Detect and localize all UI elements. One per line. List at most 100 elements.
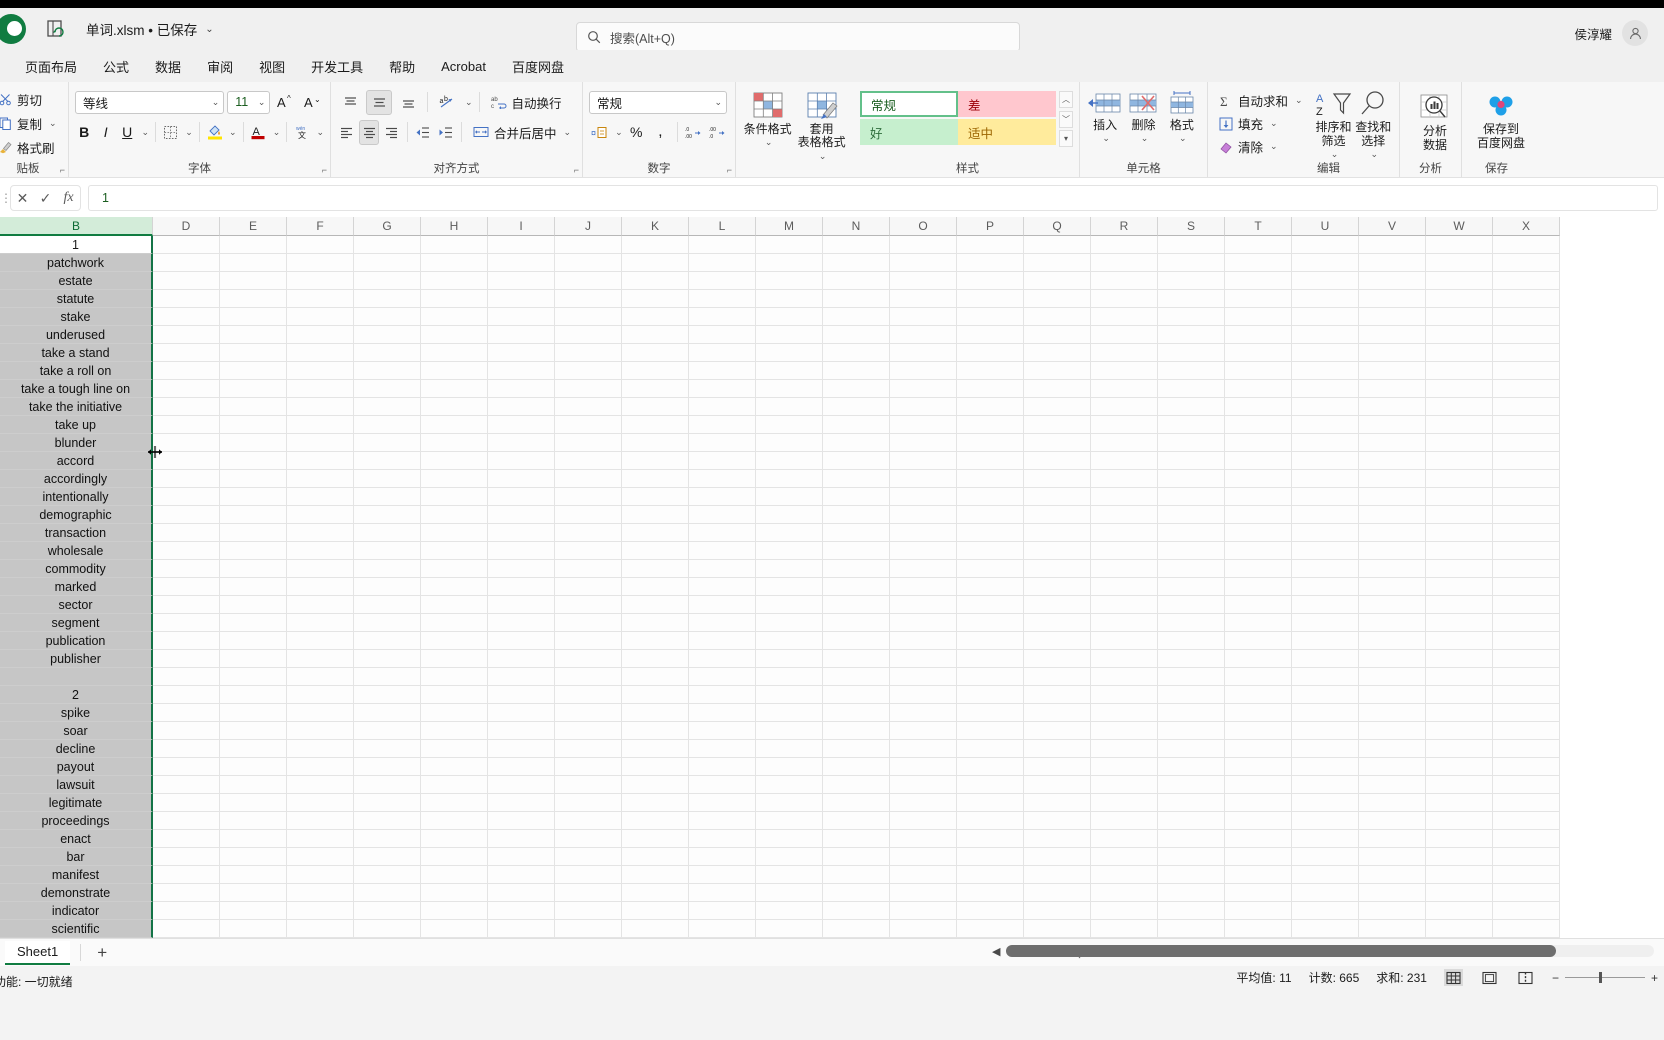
cell-q26[interactable] [1024, 686, 1091, 704]
cell-p32[interactable] [957, 794, 1024, 812]
cell-x22[interactable] [1493, 614, 1560, 632]
cell-t19[interactable] [1225, 560, 1292, 578]
wrap-text-button[interactable]: ab c 自动换行 [486, 91, 567, 114]
cell-h11[interactable] [421, 416, 488, 434]
cell-f5[interactable] [287, 308, 354, 326]
cell-o35[interactable] [890, 848, 957, 866]
cell-m14[interactable] [756, 470, 823, 488]
column-header-s[interactable]: S [1158, 217, 1225, 236]
cell-t18[interactable] [1225, 542, 1292, 560]
cell-w37[interactable] [1426, 884, 1493, 902]
cell-b26[interactable]: 2 [0, 686, 153, 704]
chevron-down-icon[interactable]: ⌄ [1102, 133, 1110, 143]
cell-v19[interactable] [1359, 560, 1426, 578]
cell-o32[interactable] [890, 794, 957, 812]
cell-r18[interactable] [1091, 542, 1158, 560]
decrease-decimal-button[interactable]: .00.0 [708, 120, 729, 145]
normal-view-icon[interactable] [1443, 969, 1463, 986]
cell-p17[interactable] [957, 524, 1024, 542]
cell-h18[interactable] [421, 542, 488, 560]
cell-f36[interactable] [287, 866, 354, 884]
cell-n3[interactable] [823, 272, 890, 290]
cell-x30[interactable] [1493, 758, 1560, 776]
confirm-icon[interactable]: ✓ [34, 186, 57, 210]
cell-q6[interactable] [1024, 326, 1091, 344]
cell-u11[interactable] [1292, 416, 1359, 434]
cell-w39[interactable] [1426, 920, 1493, 938]
cell-x32[interactable] [1493, 794, 1560, 812]
cell-m18[interactable] [756, 542, 823, 560]
cell-h37[interactable] [421, 884, 488, 902]
cell-x3[interactable] [1493, 272, 1560, 290]
cell-i30[interactable] [488, 758, 555, 776]
number-dialog-launcher[interactable]: ⌐ [727, 165, 732, 175]
cell-l13[interactable] [689, 452, 756, 470]
cell-l16[interactable] [689, 506, 756, 524]
cell-h14[interactable] [421, 470, 488, 488]
cell-b5[interactable]: stake [0, 308, 153, 326]
cell-v22[interactable] [1359, 614, 1426, 632]
tab-formulas[interactable]: 公式 [90, 53, 142, 80]
cell-e37[interactable] [220, 884, 287, 902]
cell-d17[interactable] [153, 524, 220, 542]
cell-d39[interactable] [153, 920, 220, 938]
cell-l39[interactable] [689, 920, 756, 938]
cell-r30[interactable] [1091, 758, 1158, 776]
cell-l4[interactable] [689, 290, 756, 308]
font-color-button[interactable]: A [249, 120, 267, 145]
cell-m19[interactable] [756, 560, 823, 578]
cell-m5[interactable] [756, 308, 823, 326]
cell-n17[interactable] [823, 524, 890, 542]
cell-u39[interactable] [1292, 920, 1359, 938]
cell-f38[interactable] [287, 902, 354, 920]
fill-color-button[interactable] [205, 120, 223, 145]
cell-h9[interactable] [421, 380, 488, 398]
cell-w26[interactable] [1426, 686, 1493, 704]
cell-d38[interactable] [153, 902, 220, 920]
chevron-down-icon[interactable]: ⌄ [1141, 133, 1149, 143]
column-header-t[interactable]: T [1225, 217, 1292, 236]
cell-j8[interactable] [555, 362, 622, 380]
cell-k37[interactable] [622, 884, 689, 902]
cancel-icon[interactable]: ✕ [11, 186, 34, 210]
cell-q36[interactable] [1024, 866, 1091, 884]
cell-n24[interactable] [823, 650, 890, 668]
cell-r1[interactable] [1091, 236, 1158, 254]
cell-v6[interactable] [1359, 326, 1426, 344]
cell-n22[interactable] [823, 614, 890, 632]
format-cells-button[interactable]: 格式 ⌄ [1163, 89, 1201, 143]
cell-t34[interactable] [1225, 830, 1292, 848]
cell-u7[interactable] [1292, 344, 1359, 362]
cell-k17[interactable] [622, 524, 689, 542]
cell-b39[interactable]: scientific [0, 920, 153, 938]
cell-r9[interactable] [1091, 380, 1158, 398]
cell-i17[interactable] [488, 524, 555, 542]
column-header-l[interactable]: L [689, 217, 756, 236]
cell-h38[interactable] [421, 902, 488, 920]
cell-t29[interactable] [1225, 740, 1292, 758]
cell-h20[interactable] [421, 578, 488, 596]
cell-d37[interactable] [153, 884, 220, 902]
cell-u25[interactable] [1292, 668, 1359, 686]
cell-e13[interactable] [220, 452, 287, 470]
cell-q2[interactable] [1024, 254, 1091, 272]
cell-p14[interactable] [957, 470, 1024, 488]
cell-v10[interactable] [1359, 398, 1426, 416]
cell-e22[interactable] [220, 614, 287, 632]
cell-d21[interactable] [153, 596, 220, 614]
cell-l7[interactable] [689, 344, 756, 362]
cell-x11[interactable] [1493, 416, 1560, 434]
cell-n14[interactable] [823, 470, 890, 488]
align-center-button[interactable] [359, 119, 379, 145]
cell-s22[interactable] [1158, 614, 1225, 632]
cell-b34[interactable]: enact [0, 830, 153, 848]
cell-l9[interactable] [689, 380, 756, 398]
cell-h3[interactable] [421, 272, 488, 290]
cell-u20[interactable] [1292, 578, 1359, 596]
cell-w34[interactable] [1426, 830, 1493, 848]
column-header-h[interactable]: H [421, 217, 488, 236]
cell-h10[interactable] [421, 398, 488, 416]
cell-f19[interactable] [287, 560, 354, 578]
cell-o31[interactable] [890, 776, 957, 794]
cell-g30[interactable] [354, 758, 421, 776]
